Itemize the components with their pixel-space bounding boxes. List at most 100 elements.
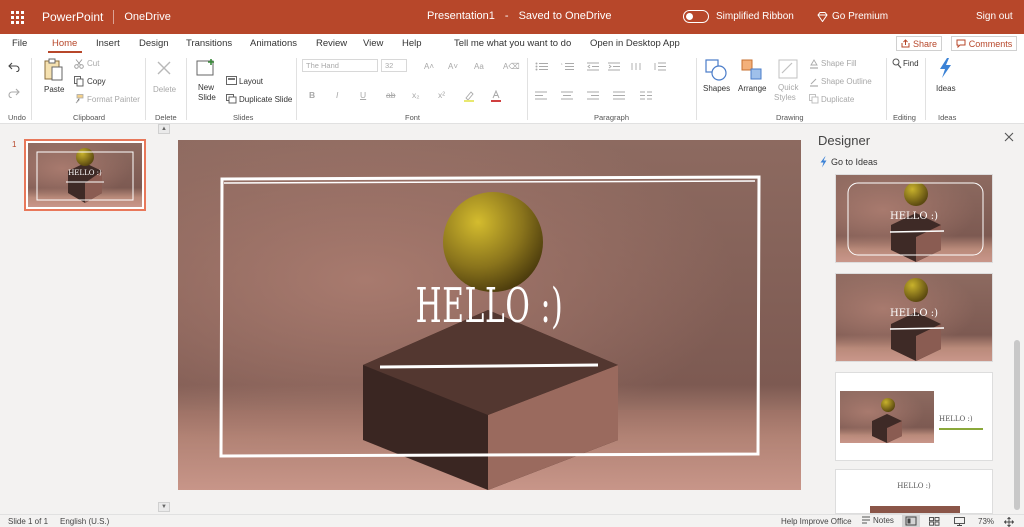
- copy-button[interactable]: Copy: [87, 77, 106, 86]
- numbering-icon[interactable]: 1: [561, 62, 575, 71]
- tab-animations[interactable]: Animations: [250, 38, 297, 49]
- increase-indent-icon[interactable]: [608, 62, 620, 71]
- notes-label: Notes: [873, 516, 894, 525]
- comment-icon: [956, 39, 966, 48]
- clear-formatting-icon[interactable]: A⌫: [503, 62, 520, 71]
- editor-scroll-down-button[interactable]: ▼: [158, 502, 170, 512]
- layout-icon: [226, 76, 237, 85]
- ideas-button[interactable]: Ideas: [936, 84, 956, 93]
- notes-button[interactable]: Notes: [861, 516, 894, 525]
- ribbon-divider: [186, 58, 187, 120]
- align-right-icon[interactable]: [587, 91, 599, 100]
- columns-icon[interactable]: [640, 91, 652, 100]
- slide-sorter-icon[interactable]: [929, 517, 940, 526]
- decrease-font-icon[interactable]: A˅: [448, 62, 458, 71]
- design-idea-artwork: [872, 398, 902, 443]
- slide-thumbnail[interactable]: HELLO :): [24, 139, 146, 211]
- change-case-icon[interactable]: Aa: [474, 62, 484, 71]
- tab-home[interactable]: Home: [52, 38, 77, 49]
- editor-scroll-up-button[interactable]: ▲: [158, 124, 170, 134]
- tell-me-search[interactable]: Tell me what you want to do: [454, 38, 571, 49]
- onedrive-link[interactable]: OneDrive: [124, 11, 170, 23]
- bold-icon[interactable]: B: [309, 90, 315, 100]
- italic-icon[interactable]: I: [336, 90, 338, 100]
- ribbon: Undo Paste Cut Copy Format Painter Clipb…: [0, 54, 1024, 124]
- slide-title[interactable]: HELLO :): [296, 278, 682, 334]
- line-spacing-icon[interactable]: [654, 62, 666, 71]
- ribbon-divider: [296, 58, 297, 120]
- ribbon-divider: [886, 58, 887, 120]
- decrease-indent-icon[interactable]: [587, 62, 599, 71]
- open-desktop-app-link[interactable]: Open in Desktop App: [590, 38, 680, 49]
- layout-button[interactable]: Layout: [239, 77, 263, 86]
- designer-scrollbar[interactable]: [1014, 340, 1020, 510]
- close-icon[interactable]: [1004, 132, 1014, 142]
- shapes-button[interactable]: Shapes: [703, 84, 730, 93]
- font-size-dropdown[interactable]: 32: [381, 59, 407, 72]
- design-idea-card[interactable]: HELLO :): [835, 372, 993, 461]
- bullets-icon[interactable]: [535, 62, 549, 71]
- font-name-dropdown[interactable]: The Hand: [302, 59, 378, 72]
- format-painter-icon: [75, 94, 84, 104]
- slide-canvas[interactable]: HELLO :): [178, 140, 801, 490]
- design-idea-card[interactable]: HELLO :): [835, 174, 993, 263]
- comments-button[interactable]: Comments: [951, 36, 1017, 51]
- redo-icon[interactable]: [8, 88, 20, 98]
- tab-view[interactable]: View: [363, 38, 383, 49]
- tab-insert[interactable]: Insert: [96, 38, 120, 49]
- align-left-icon[interactable]: [535, 91, 547, 100]
- paste-icon[interactable]: [43, 58, 63, 82]
- fit-to-window-icon[interactable]: [1004, 517, 1014, 527]
- shape-fill-button[interactable]: Shape Fill: [821, 59, 857, 68]
- reading-view-icon[interactable]: [954, 517, 965, 526]
- superscript-icon[interactable]: x²: [438, 90, 445, 100]
- cut-button[interactable]: Cut: [87, 59, 99, 68]
- go-premium-button[interactable]: Go Premium: [817, 11, 888, 22]
- share-button[interactable]: Share: [896, 36, 942, 51]
- find-button[interactable]: Find: [903, 59, 919, 68]
- text-direction-icon[interactable]: [630, 62, 642, 71]
- tab-help[interactable]: Help: [402, 38, 422, 49]
- design-idea-card[interactable]: HELLO :): [835, 273, 993, 362]
- simplified-ribbon-toggle[interactable]: [683, 10, 709, 23]
- go-to-ideas-link[interactable]: Go to Ideas: [819, 156, 878, 168]
- font-color-icon[interactable]: [490, 90, 502, 102]
- share-icon: [901, 39, 910, 48]
- tab-review[interactable]: Review: [316, 38, 347, 49]
- design-idea-bar: [870, 506, 960, 513]
- new-slide-button[interactable]: New: [198, 83, 214, 92]
- design-idea-title: HELLO :): [890, 308, 938, 319]
- tab-transitions[interactable]: Transitions: [186, 38, 232, 49]
- normal-view-button[interactable]: [902, 515, 920, 527]
- sign-out-link[interactable]: Sign out: [976, 11, 1013, 22]
- help-improve-link[interactable]: Help Improve Office: [781, 517, 852, 526]
- tab-design[interactable]: Design: [139, 38, 169, 49]
- quick-styles-button[interactable]: Quick: [778, 83, 798, 92]
- app-name-link[interactable]: PowerPoint: [42, 10, 103, 24]
- shape-outline-button[interactable]: Shape Outline: [821, 77, 872, 86]
- arrange-button[interactable]: Arrange: [738, 84, 766, 93]
- subscript-icon[interactable]: x₂: [412, 90, 420, 100]
- strikethrough-icon[interactable]: ab: [386, 90, 395, 100]
- justify-icon[interactable]: [613, 91, 625, 100]
- design-idea-title: HELLO :): [890, 211, 938, 222]
- language-indicator[interactable]: English (U.S.): [60, 517, 109, 526]
- highlight-icon[interactable]: [463, 90, 475, 102]
- go-premium-label: Go Premium: [832, 11, 889, 22]
- zoom-level[interactable]: 73%: [978, 517, 994, 526]
- increase-font-icon[interactable]: A˄: [424, 62, 434, 71]
- align-center-icon[interactable]: [561, 91, 573, 100]
- document-title[interactable]: Presentation1: [427, 10, 495, 22]
- format-painter-button[interactable]: Format Painter: [87, 95, 140, 104]
- duplicate-slide-button[interactable]: Duplicate Slide: [239, 95, 292, 104]
- design-idea-card[interactable]: HELLO :): [835, 469, 993, 514]
- tab-file[interactable]: File: [12, 38, 27, 49]
- app-launcher-button[interactable]: [0, 0, 34, 34]
- duplicate-button[interactable]: Duplicate: [821, 95, 854, 104]
- underline-icon[interactable]: U: [360, 90, 366, 100]
- diamond-icon: [817, 11, 828, 22]
- undo-icon[interactable]: [8, 62, 20, 72]
- delete-button[interactable]: Delete: [153, 85, 176, 94]
- paste-button[interactable]: Paste: [44, 85, 64, 94]
- status-bar: Slide 1 of 1 English (U.S.) Help Improve…: [0, 514, 1024, 527]
